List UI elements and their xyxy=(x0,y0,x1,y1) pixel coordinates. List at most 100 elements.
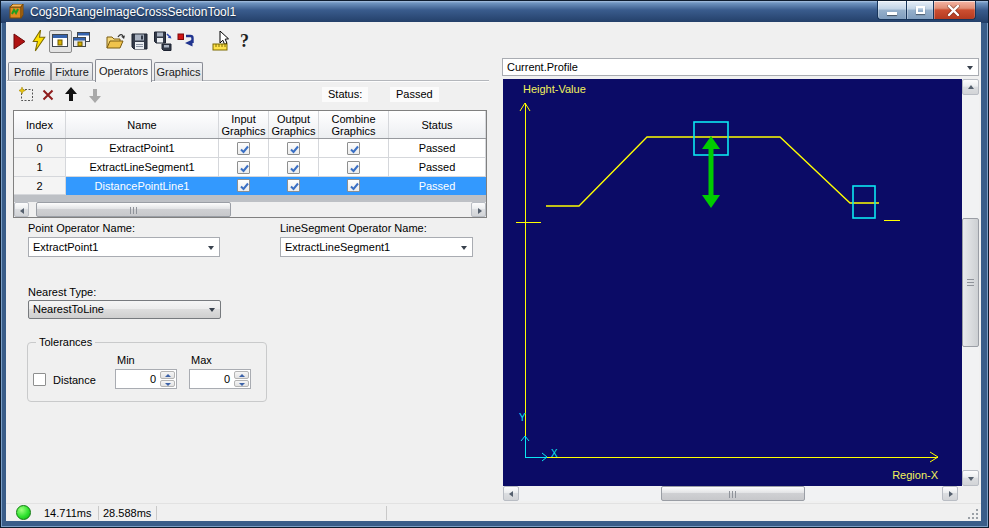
maximize-icon xyxy=(916,6,925,14)
status-value: Passed xyxy=(390,87,439,102)
column-header[interactable]: Status xyxy=(389,111,486,138)
row-index-cell[interactable]: 0 xyxy=(14,139,66,158)
column-header[interactable]: Output Graphics xyxy=(269,111,319,138)
scroll-thumb[interactable] xyxy=(962,218,979,347)
windows-stack-button[interactable] xyxy=(73,32,90,49)
table-row[interactable]: 0ExtractPoint1 Passed xyxy=(14,139,486,158)
point-operator-combobox[interactable]: ExtractPoint1 xyxy=(28,237,220,257)
graphics-checkbox[interactable] xyxy=(319,177,389,195)
nearest-type-combobox[interactable]: NearestToLine xyxy=(28,300,221,319)
open-button[interactable] xyxy=(106,32,125,50)
pointer-ruler-button[interactable] xyxy=(212,31,231,51)
chevron-down-icon xyxy=(208,246,214,250)
svg-text:Y: Y xyxy=(519,412,526,423)
minimize-button[interactable] xyxy=(877,1,906,20)
column-header[interactable]: Input Graphics xyxy=(219,111,269,138)
line-marker xyxy=(853,186,875,218)
operator-name-cell[interactable]: ExtractPoint1 xyxy=(66,139,219,158)
row-index-cell[interactable]: 1 xyxy=(14,158,66,177)
electrode-button[interactable] xyxy=(31,30,47,52)
window: { "window": { "title": "Cog3DRangeImageC… xyxy=(0,0,989,528)
close-button[interactable] xyxy=(934,1,976,20)
move-down-button[interactable] xyxy=(88,88,102,103)
run-button[interactable] xyxy=(13,33,26,50)
scroll-down-button[interactable] xyxy=(962,470,979,486)
line-operator-combobox[interactable]: ExtractLineSegment1 xyxy=(280,237,473,257)
operator-name-cell[interactable]: ExtractLineSegment1 xyxy=(66,158,219,177)
scroll-thumb[interactable] xyxy=(661,486,805,501)
chevron-down-icon xyxy=(461,246,467,250)
spin-up-button[interactable] xyxy=(160,371,175,379)
scroll-left-button[interactable] xyxy=(14,202,29,217)
profile-plot[interactable]: Height-Value Y X Region-X xyxy=(503,79,962,486)
app-icon xyxy=(9,4,24,19)
scroll-up-button[interactable] xyxy=(962,79,979,95)
graphics-checkbox[interactable] xyxy=(219,177,269,195)
caption-buttons xyxy=(877,1,976,20)
tab-graphics[interactable]: Graphics xyxy=(154,62,203,81)
delete-operator-button[interactable] xyxy=(42,89,54,101)
svg-text:X: X xyxy=(551,448,558,459)
graphics-checkbox[interactable] xyxy=(219,158,269,177)
column-header[interactable]: Combine Graphics xyxy=(319,111,389,138)
graphics-checkbox[interactable] xyxy=(269,177,319,195)
spin-down-button[interactable] xyxy=(234,380,249,388)
scroll-right-button[interactable] xyxy=(471,202,486,217)
distance-label: Distance xyxy=(53,374,96,386)
display-toggle-icon xyxy=(52,34,69,49)
distance-checkbox[interactable] xyxy=(33,373,46,386)
row-index-cell[interactable]: 2 xyxy=(14,177,66,195)
tab-fixture[interactable]: Fixture xyxy=(51,62,93,81)
status-indicator-icon xyxy=(16,505,31,520)
column-header[interactable]: Index xyxy=(14,111,66,138)
chevron-down-icon xyxy=(967,66,973,70)
total-time: 28.588ms xyxy=(103,507,151,519)
help-button[interactable]: ? xyxy=(239,31,253,51)
status-cell[interactable]: Passed xyxy=(389,158,486,177)
point-operator-label: Point Operator Name: xyxy=(28,222,135,234)
tab-profile[interactable]: Profile xyxy=(8,62,51,81)
status-cell[interactable]: Passed xyxy=(389,177,486,195)
minimize-icon xyxy=(887,12,897,15)
profile-selector-combobox[interactable]: Current.Profile xyxy=(502,58,979,76)
window-title: Cog3DRangeImageCrossSectionTool1 xyxy=(30,5,236,19)
graphics-checkbox[interactable] xyxy=(219,139,269,158)
x-axis-label: Region-X xyxy=(892,469,939,481)
plot-hscrollbar[interactable] xyxy=(503,486,958,501)
reset-button[interactable] xyxy=(177,32,195,49)
execution-time: 14.711ms xyxy=(44,507,92,519)
plot-vscrollbar[interactable] xyxy=(962,79,979,486)
min-label: Min xyxy=(117,354,135,366)
max-spinner[interactable]: 0 xyxy=(189,369,251,389)
maximize-button[interactable] xyxy=(906,1,934,20)
operator-name-cell[interactable]: DistancePointLine1 xyxy=(66,177,219,195)
line-operator-label: LineSegment Operator Name: xyxy=(280,222,427,234)
add-operator-button[interactable] xyxy=(19,87,34,102)
table-row[interactable]: 2DistancePointLine1 Passed xyxy=(14,177,486,195)
graphics-checkbox[interactable] xyxy=(319,139,389,158)
status-cell[interactable]: Passed xyxy=(389,139,486,158)
operators-table: IndexNameInput GraphicsOutput GraphicsCo… xyxy=(13,110,487,218)
resize-grip[interactable] xyxy=(968,509,978,519)
scroll-right-button[interactable] xyxy=(942,486,958,501)
spin-up-button[interactable] xyxy=(234,371,249,379)
scroll-left-button[interactable] xyxy=(503,486,519,501)
table-row[interactable]: 1ExtractLineSegment1 Passed xyxy=(14,158,486,177)
tolerances-title: Tolerances xyxy=(36,336,95,348)
close-icon xyxy=(947,5,960,16)
tab-operators[interactable]: Operators xyxy=(95,59,152,82)
graphics-checkbox[interactable] xyxy=(269,158,319,177)
mini-axis: Y X xyxy=(519,412,558,461)
svg-text:?: ? xyxy=(240,31,249,51)
graphics-checkbox[interactable] xyxy=(319,158,389,177)
save-button[interactable] xyxy=(131,33,148,50)
column-header[interactable]: Name xyxy=(66,111,219,138)
status-label: Status: xyxy=(322,87,368,102)
save-as-button[interactable] xyxy=(154,31,174,51)
move-up-button[interactable] xyxy=(64,87,78,102)
scroll-thumb[interactable] xyxy=(36,202,231,217)
graphics-checkbox[interactable] xyxy=(269,139,319,158)
table-hscrollbar[interactable] xyxy=(14,202,486,217)
min-spinner[interactable]: 0 xyxy=(115,369,177,389)
spin-down-button[interactable] xyxy=(160,380,175,388)
